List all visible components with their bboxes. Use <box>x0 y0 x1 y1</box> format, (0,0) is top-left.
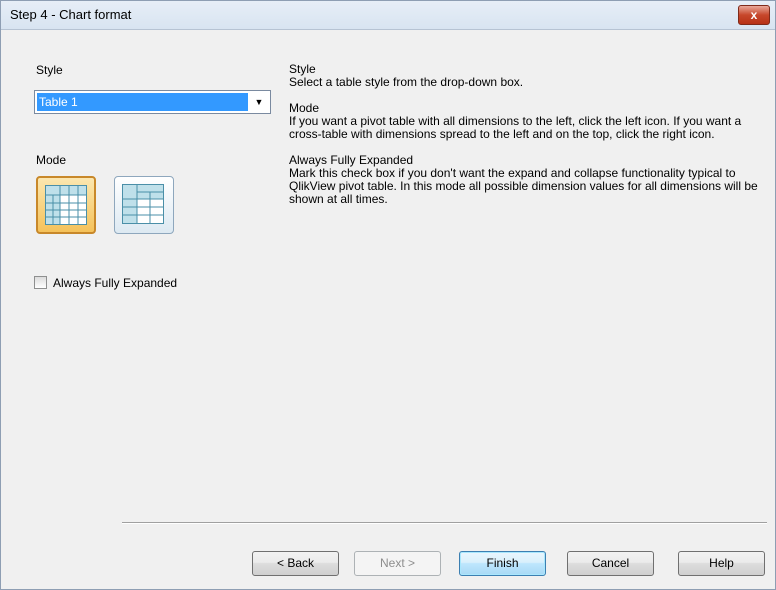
always-expanded-label[interactable]: Always Fully Expanded <box>53 276 177 290</box>
next-button[interactable]: Next > <box>354 551 441 576</box>
chart-format-dialog: Step 4 - Chart format x Style Table 1 ▼ … <box>0 0 776 590</box>
pivot-left-icon <box>45 185 87 225</box>
chevron-down-icon[interactable]: ▼ <box>251 93 267 111</box>
help-mode-block: Mode If you want a pivot table with all … <box>289 102 767 141</box>
dialog-title: Step 4 - Chart format <box>10 7 132 22</box>
help-mode-text: If you want a pivot table with all dimen… <box>289 114 742 141</box>
title-bar[interactable]: Step 4 - Chart format x <box>1 1 775 30</box>
always-expanded-checkbox[interactable] <box>34 276 47 289</box>
mode-label: Mode <box>36 153 67 167</box>
help-expanded-text: Mark this check box if you don't want th… <box>289 166 758 206</box>
close-icon: x <box>750 8 758 22</box>
style-label: Style <box>36 63 63 77</box>
help-expanded-block: Always Fully Expanded Mark this check bo… <box>289 154 767 206</box>
cancel-button[interactable]: Cancel <box>567 551 654 576</box>
dialog-body: Style Table 1 ▼ Mode Always Fully Expand… <box>1 30 775 589</box>
finish-button[interactable]: Finish <box>459 551 546 576</box>
cross-table-icon <box>122 184 164 224</box>
help-style-text: Select a table style from the drop-down … <box>289 75 524 89</box>
back-button[interactable]: < Back <box>252 551 339 576</box>
style-dropdown[interactable]: Table 1 ▼ <box>34 90 271 114</box>
style-dropdown-value: Table 1 <box>37 93 248 111</box>
help-style-block: Style Select a table style from the drop… <box>289 63 767 89</box>
cross-table-mode-button[interactable] <box>114 176 174 234</box>
help-panel: Style Select a table style from the drop… <box>289 63 767 219</box>
help-button[interactable]: Help <box>678 551 765 576</box>
pivot-left-mode-button[interactable] <box>36 176 96 234</box>
close-button[interactable]: x <box>738 5 770 25</box>
button-separator <box>122 522 767 524</box>
